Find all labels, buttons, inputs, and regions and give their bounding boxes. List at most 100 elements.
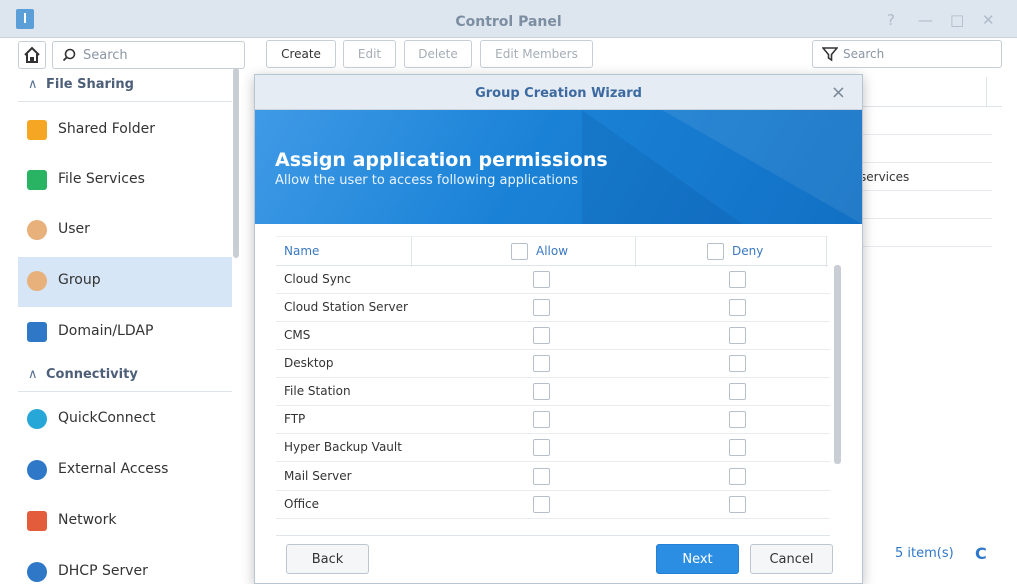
allow-checkbox[interactable] — [533, 327, 550, 344]
table-row[interactable] — [860, 219, 992, 247]
deny-checkbox[interactable] — [729, 271, 746, 288]
wizard-banner: Assign application permissions Allow the… — [255, 110, 862, 224]
shared-folder-icon — [27, 120, 47, 140]
allow-checkbox[interactable] — [533, 439, 550, 456]
deny-checkbox[interactable] — [729, 299, 746, 316]
sidebar-item-label: Network — [58, 512, 117, 528]
wizard-subheading: Allow the user to access following appli… — [275, 173, 578, 188]
group-icon — [27, 271, 47, 291]
filter-search-placeholder: Search — [843, 47, 885, 61]
chevron-up-icon: ∧ — [28, 77, 38, 92]
sidebar-item-group[interactable]: Group — [18, 257, 232, 307]
allow-checkbox[interactable] — [533, 383, 550, 400]
table-row[interactable] — [860, 191, 992, 219]
back-button[interactable]: Back — [286, 544, 369, 574]
sidebar-item-label: QuickConnect — [58, 410, 156, 426]
sidebar-item-quickconnect[interactable]: QuickConnect — [18, 395, 232, 445]
quickconnect-icon — [27, 409, 47, 429]
permissions-scrollbar[interactable] — [834, 265, 841, 464]
help-icon[interactable]: ? — [887, 11, 895, 29]
allow-checkbox[interactable] — [533, 411, 550, 428]
minimize-icon[interactable]: — — [918, 11, 933, 29]
sidebar: Search ∧ File Sharing Shared Folder File… — [12, 38, 246, 584]
close-icon[interactable]: × — [831, 82, 846, 103]
table-cell: services — [860, 170, 910, 184]
permission-row: FTP — [276, 406, 830, 434]
cancel-button[interactable]: Cancel — [750, 544, 833, 574]
section-connectivity[interactable]: ∧ Connectivity — [18, 360, 232, 392]
dialog-title: Group Creation Wizard — [255, 75, 862, 110]
column-header-allow: Allow — [536, 244, 569, 258]
network-icon — [27, 511, 47, 531]
sidebar-item-label: Group — [58, 272, 101, 288]
deny-checkbox[interactable] — [729, 327, 746, 344]
column-divider — [411, 237, 412, 267]
sidebar-search-input[interactable]: Search — [52, 41, 245, 69]
column-header-name[interactable]: Name — [284, 244, 319, 258]
edit-button[interactable]: Edit — [343, 40, 396, 68]
sidebar-item-user[interactable]: User — [18, 206, 232, 256]
next-button[interactable]: Next — [656, 544, 739, 574]
sidebar-item-network[interactable]: Network — [18, 497, 232, 547]
allow-checkbox[interactable] — [533, 496, 550, 513]
filter-search-input[interactable]: Search — [812, 40, 1002, 68]
app-name: File Station — [284, 384, 351, 398]
sidebar-item-label: DHCP Server — [58, 563, 148, 579]
create-button[interactable]: Create — [266, 40, 336, 68]
sidebar-search-placeholder: Search — [83, 48, 128, 63]
permission-row: Cloud Sync — [276, 266, 830, 294]
filter-icon — [822, 47, 838, 62]
permissions-table-header: Name Allow Deny — [276, 236, 828, 267]
dhcp-server-icon — [27, 562, 47, 582]
sidebar-item-shared-folder[interactable]: Shared Folder — [18, 106, 232, 156]
edit-members-button[interactable]: Edit Members — [480, 40, 593, 68]
column-divider — [986, 77, 987, 107]
sidebar-item-domain-ldap[interactable]: Domain/LDAP — [18, 308, 232, 358]
home-icon — [24, 46, 40, 63]
maximize-icon[interactable]: □ — [950, 11, 964, 29]
table-row[interactable]: services — [860, 163, 992, 191]
section-file-sharing[interactable]: ∧ File Sharing — [18, 70, 232, 102]
delete-button[interactable]: Delete — [404, 40, 472, 68]
allow-all-checkbox[interactable] — [511, 243, 528, 260]
deny-checkbox[interactable] — [729, 383, 746, 400]
allow-checkbox[interactable] — [533, 355, 550, 372]
sidebar-item-label: Shared Folder — [58, 121, 156, 137]
allow-checkbox[interactable] — [533, 299, 550, 316]
allow-checkbox[interactable] — [533, 271, 550, 288]
footer-divider — [276, 535, 830, 536]
sidebar-item-label: User — [58, 221, 90, 237]
refresh-icon[interactable]: C — [975, 544, 987, 563]
allow-checkbox[interactable] — [533, 468, 550, 485]
app-name: Office — [284, 497, 320, 511]
permission-row: File Station — [276, 378, 830, 406]
app-name: CMS — [284, 328, 311, 342]
app-name: Cloud Station Server — [284, 300, 408, 314]
app-name: Desktop — [284, 356, 334, 370]
home-button[interactable] — [18, 41, 46, 69]
permission-row: Office — [276, 491, 830, 519]
permission-row: CMS — [276, 322, 830, 350]
column-divider — [826, 237, 827, 267]
deny-checkbox[interactable] — [729, 496, 746, 513]
sidebar-item-label: Domain/LDAP — [58, 323, 154, 339]
sidebar-item-file-services[interactable]: File Services — [18, 156, 232, 206]
sidebar-scrollbar[interactable] — [233, 68, 239, 258]
section-label: File Sharing — [46, 77, 134, 92]
sidebar-item-label: File Services — [58, 171, 145, 187]
permission-row: Cloud Station Server — [276, 294, 830, 322]
deny-checkbox[interactable] — [729, 355, 746, 372]
sidebar-item-external-access[interactable]: External Access — [18, 446, 232, 496]
column-divider — [635, 237, 636, 267]
deny-checkbox[interactable] — [729, 439, 746, 456]
search-icon — [62, 48, 76, 62]
deny-checkbox[interactable] — [729, 411, 746, 428]
deny-checkbox[interactable] — [729, 468, 746, 485]
table-row[interactable] — [860, 135, 992, 163]
app-name: Hyper Backup Vault — [284, 440, 402, 454]
sidebar-item-dhcp-server[interactable]: DHCP Server — [18, 548, 232, 584]
deny-all-checkbox[interactable] — [707, 243, 724, 260]
close-icon[interactable]: ✕ — [982, 11, 995, 29]
items-count: 5 item(s) — [895, 546, 954, 561]
table-row[interactable] — [860, 107, 992, 135]
